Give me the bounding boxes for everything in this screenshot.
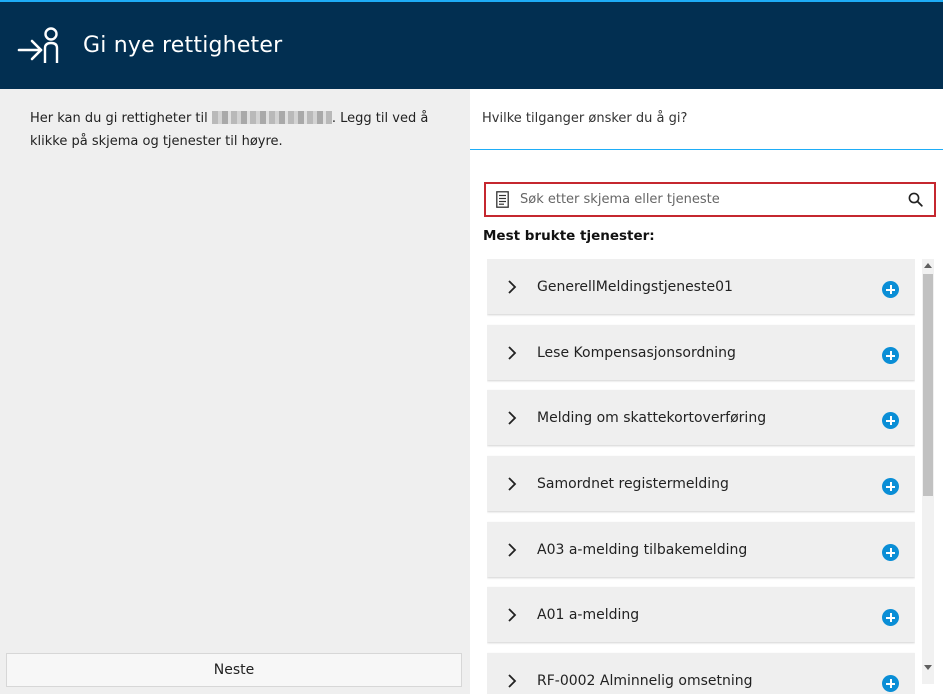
service-item[interactable]: RF-0002 Alminnelig omsetning	[487, 653, 915, 694]
chevron-right-icon[interactable]	[507, 279, 521, 294]
intro-text-start: Her kan du gi rettigheter til	[30, 111, 212, 126]
service-label: Samordnet registermelding	[537, 475, 729, 492]
person-arrow-icon	[17, 26, 63, 66]
question-divider	[470, 149, 943, 150]
service-label: A01 a-melding	[537, 606, 640, 623]
list-scrollbar[interactable]	[920, 259, 934, 684]
service-label: GenerellMeldingstjeneste01	[537, 278, 733, 295]
service-label: Melding om skattekortoverføring	[537, 409, 767, 426]
chevron-right-icon[interactable]	[507, 673, 521, 688]
service-item[interactable]: GenerellMeldingstjeneste01	[487, 259, 915, 314]
page-title: Gi nye rettigheter	[83, 33, 283, 58]
service-item[interactable]: Samordnet registermelding	[487, 456, 915, 511]
next-button[interactable]: Neste	[6, 653, 462, 687]
scrollbar-thumb[interactable]	[923, 274, 933, 496]
document-icon	[496, 191, 512, 209]
chevron-right-icon[interactable]	[507, 542, 521, 557]
service-item[interactable]: A01 a-melding	[487, 587, 915, 642]
add-circle-icon[interactable]	[882, 544, 899, 561]
chevron-right-icon[interactable]	[507, 607, 521, 622]
service-label: A03 a-melding tilbakemelding	[537, 541, 748, 558]
add-circle-icon[interactable]	[882, 412, 899, 429]
chevron-right-icon[interactable]	[507, 345, 521, 360]
service-item[interactable]: Melding om skattekortoverføring	[487, 390, 915, 445]
add-circle-icon[interactable]	[882, 281, 899, 298]
service-label: RF-0002 Alminnelig omsetning	[537, 672, 753, 689]
page-header: Gi nye rettigheter	[0, 2, 943, 89]
search-input[interactable]	[520, 192, 906, 207]
scroll-up-arrow-icon[interactable]	[924, 263, 932, 268]
add-circle-icon[interactable]	[882, 347, 899, 364]
add-circle-icon[interactable]	[882, 478, 899, 495]
service-label: Lese Kompensasjonsordning	[537, 344, 736, 361]
intro-text: Her kan du gi rettigheter til . Legg til…	[30, 107, 450, 153]
add-circle-icon[interactable]	[882, 609, 899, 626]
left-panel: Her kan du gi rettigheter til . Legg til…	[0, 89, 470, 694]
chevron-right-icon[interactable]	[507, 410, 521, 425]
search-box[interactable]	[484, 182, 936, 217]
redacted-name	[211, 111, 332, 124]
service-item[interactable]: A03 a-melding tilbakemelding	[487, 522, 915, 577]
service-list: GenerellMeldingstjeneste01 Lese Kompensa…	[487, 259, 915, 694]
service-item[interactable]: Lese Kompensasjonsordning	[487, 325, 915, 380]
most-used-heading: Mest brukte tjenester:	[483, 228, 655, 244]
scroll-down-arrow-icon[interactable]	[924, 665, 932, 670]
search-icon[interactable]	[906, 191, 924, 209]
right-panel: Hvilke tilganger ønsker du å gi? Mest br…	[470, 89, 943, 694]
question-text: Hvilke tilganger ønsker du å gi?	[482, 111, 688, 126]
chevron-right-icon[interactable]	[507, 476, 521, 491]
add-circle-icon[interactable]	[882, 675, 899, 692]
